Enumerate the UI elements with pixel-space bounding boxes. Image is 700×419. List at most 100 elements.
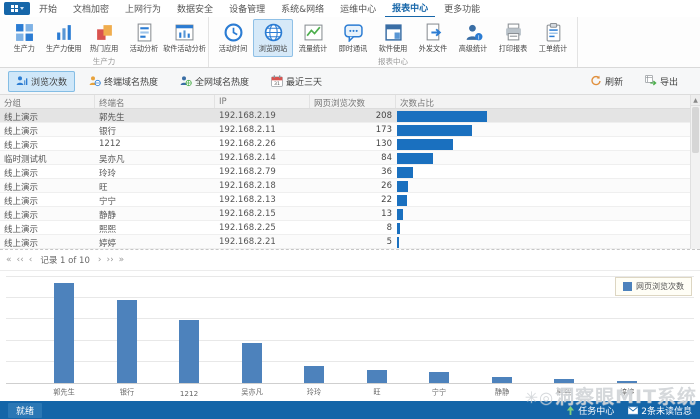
status-ready-label: 就绪 (8, 403, 42, 418)
ribbon-button-流量统计[interactable]: 流量统计 (293, 19, 333, 57)
cell-ratio (396, 221, 700, 234)
ribbon-tab-报表中心[interactable]: 报表中心 (385, 0, 435, 18)
ribbon-tab-运维中心[interactable]: 运维中心 (333, 0, 383, 17)
cell-count: 8 (310, 221, 396, 234)
task-center-item[interactable]: 任务中心 (565, 404, 614, 417)
table-row[interactable]: 线上演示玲玲192.168.2.7936 (0, 165, 700, 179)
column-header-网页浏览次数[interactable]: 网页浏览次数 (310, 95, 396, 108)
ratio-bar (397, 139, 453, 150)
x-axis-label: 婷婷 (599, 388, 655, 398)
scrollbar-thumb[interactable] (692, 107, 699, 153)
file-menu-button[interactable] (4, 2, 30, 15)
ribbon-button-浏览网站[interactable]: 浏览网站 (253, 19, 293, 57)
clipboard-icon (544, 23, 563, 42)
grid-icon (15, 23, 34, 42)
ribbon-tab-数据安全[interactable]: 数据安全 (170, 0, 220, 17)
toolbar-button-刷新[interactable]: 刷新 (582, 71, 631, 92)
table-row[interactable]: 临时测试机吴亦凡192.168.2.1484 (0, 151, 700, 165)
first-page-icon[interactable]: « (6, 256, 12, 265)
unread-messages-label: 2条未读信息 (641, 404, 692, 417)
cell-ratio (396, 137, 700, 150)
ribbon-button-软件使用[interactable]: 软件使用 (373, 19, 413, 57)
ribbon-tab-系统&网络[interactable]: 系统&网络 (274, 0, 331, 17)
cell-group: 线上演示 (0, 235, 95, 248)
cell-terminal-name: 吴亦凡 (95, 151, 215, 164)
table-row[interactable]: 线上演示静静192.168.2.1513 (0, 207, 700, 221)
toolbar-button-导出[interactable]: 导出 (637, 71, 686, 92)
column-header-次数占比[interactable]: 次数占比 (396, 95, 700, 108)
ribbon-tab-上网行为[interactable]: 上网行为 (118, 0, 168, 17)
column-header-IP[interactable]: IP (215, 95, 310, 108)
toolbar-button-最近三天[interactable]: 31最近三天 (263, 71, 330, 92)
toolbar-button-全网域名热度[interactable]: 全网域名热度 (172, 71, 257, 92)
ribbon-button-生产力[interactable]: 生产力 (4, 19, 44, 57)
chart-gridline (6, 297, 694, 298)
person-globe-icon (89, 75, 101, 87)
ribbon-button-打印报表[interactable]: 打印报表 (493, 19, 533, 57)
app-window-icon (384, 23, 403, 42)
cell-ratio (396, 193, 700, 206)
browse-count-bar-chart: 网页浏览次数 郭先生银行1212吴亦凡玲玲旺宁宁静静熙熙婷婷 (0, 270, 700, 401)
next-group-icon[interactable]: ›› (106, 256, 113, 265)
table-row[interactable]: 线上演示郭先生192.168.2.19208 (0, 109, 700, 123)
chart-bar-郭先生 (54, 283, 74, 383)
cell-group: 线上演示 (0, 165, 95, 178)
ribbon-button-即时通讯[interactable]: 即时通讯 (333, 19, 373, 57)
prev-group-icon[interactable]: ‹‹ (17, 256, 24, 265)
chart-gridline (6, 318, 694, 319)
chat-icon (344, 23, 363, 42)
ribbon-button-工单统计[interactable]: 工单统计 (533, 19, 573, 57)
toolbar-button-终端域名热度[interactable]: 终端域名热度 (81, 71, 166, 92)
cell-ip: 192.168.2.11 (215, 123, 310, 136)
cell-terminal-name: 旺 (95, 179, 215, 192)
table-row[interactable]: 线上演示银行192.168.2.11173 (0, 123, 700, 137)
file-arrow-icon (424, 23, 443, 42)
vertical-scrollbar[interactable]: ▲ (690, 95, 700, 249)
ribbon-tab-更多功能[interactable]: 更多功能 (437, 0, 487, 17)
cell-group: 线上演示 (0, 137, 95, 150)
table-row[interactable]: 线上演示婷婷192.168.2.215 (0, 235, 700, 249)
chevron-down-icon (20, 7, 24, 10)
cell-ip: 192.168.2.26 (215, 137, 310, 150)
ribbon-button-活动分析[interactable]: 活动分析 (124, 19, 164, 57)
chart-bar-1212 (179, 320, 199, 383)
ribbon-button-热门应用[interactable]: 热门应用 (84, 19, 124, 57)
cell-terminal-name: 婷婷 (95, 235, 215, 248)
column-header-分组[interactable]: 分组 (0, 95, 95, 108)
ribbon-button-生产力使用[interactable]: 生产力使用 (44, 19, 84, 57)
ratio-bar (397, 125, 472, 136)
table-row[interactable]: 线上演示熙熙192.168.2.258 (0, 221, 700, 235)
task-center-label: 任务中心 (578, 404, 614, 417)
prev-record-icon[interactable]: ‹ (29, 256, 33, 265)
last-page-icon[interactable]: » (119, 256, 125, 265)
window-chart-icon (175, 23, 194, 42)
cell-ip: 192.168.2.19 (215, 109, 310, 122)
scroll-up-icon[interactable]: ▲ (691, 95, 700, 106)
x-axis-label: 宁宁 (411, 388, 467, 398)
toolbar-button-浏览次数[interactable]: 浏览次数 (8, 71, 75, 92)
cell-terminal-name: 宁宁 (95, 193, 215, 206)
cell-count: 36 (310, 165, 396, 178)
legend-label: 网页浏览次数 (636, 281, 684, 292)
line-chart-icon (304, 23, 323, 42)
chart-bar-静静 (492, 377, 512, 383)
ribbon-tab-文档加密[interactable]: 文档加密 (66, 0, 116, 17)
cell-group: 线上演示 (0, 221, 95, 234)
unread-messages-item[interactable]: 2条未读信息 (628, 404, 692, 417)
ribbon-button-外发文件[interactable]: 外发文件 (413, 19, 453, 57)
ribbon-button-活动时间[interactable]: 活动时间 (213, 19, 253, 57)
table-row[interactable]: 线上演示旺192.168.2.1826 (0, 179, 700, 193)
column-header-终端名[interactable]: 终端名 (95, 95, 215, 108)
cell-group: 线上演示 (0, 207, 95, 220)
record-count-label: 记录 1 of 10 (40, 254, 90, 266)
person-stat-icon: i (464, 23, 483, 42)
table-row[interactable]: 线上演示1212192.168.2.26130 (0, 137, 700, 151)
cell-ratio (396, 123, 700, 136)
ribbon-button-软件活动分析[interactable]: 软件活动分析 (164, 19, 204, 57)
next-record-icon[interactable]: › (98, 256, 102, 265)
ribbon-button-高级统计[interactable]: i高级统计 (453, 19, 493, 57)
ribbon-tab-设备管理[interactable]: 设备管理 (222, 0, 272, 17)
cell-ratio (396, 109, 700, 122)
table-row[interactable]: 线上演示宁宁192.168.2.1322 (0, 193, 700, 207)
ribbon-tab-开始[interactable]: 开始 (32, 0, 64, 17)
